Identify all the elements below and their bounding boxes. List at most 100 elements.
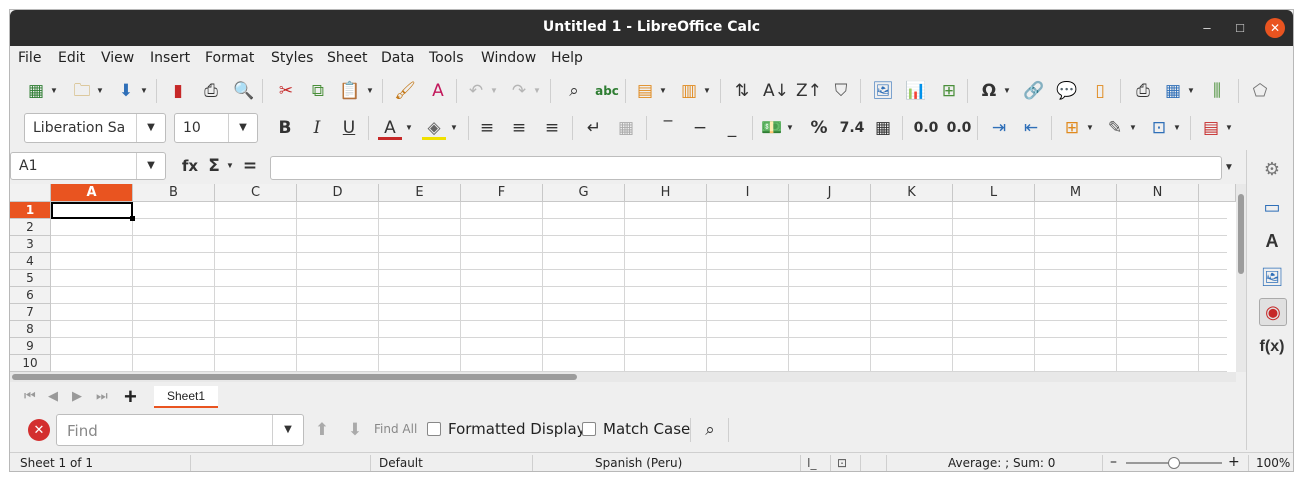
currency-dropdown-icon[interactable]: ▼ [786, 116, 794, 140]
save-dropdown-icon[interactable]: ▼ [140, 79, 148, 103]
row-header-9[interactable]: 9 [10, 338, 51, 355]
print-icon[interactable]: ⎙ [199, 79, 223, 103]
conditional-format-dropdown-icon[interactable]: ▼ [1225, 116, 1233, 140]
name-box-dropdown-icon[interactable]: ▼ [136, 153, 165, 179]
sidebar-styles-icon[interactable]: A [1259, 228, 1285, 254]
row-header-4[interactable]: 4 [10, 253, 51, 270]
row-header-6[interactable]: 6 [10, 287, 51, 304]
align-top-icon[interactable]: ‾ [656, 116, 680, 140]
find-next-icon[interactable]: ⬇ [343, 418, 367, 442]
align-bottom-icon[interactable]: _ [720, 116, 744, 140]
pivot-table-icon[interactable]: ⊞ [937, 79, 961, 103]
next-sheet-icon[interactable]: ▶ [72, 388, 82, 404]
shapes-icon[interactable]: ⬠ [1248, 79, 1272, 103]
border-color-dropdown-icon[interactable]: ▼ [1173, 116, 1181, 140]
center-vertically-icon[interactable]: − [688, 116, 712, 140]
undo-dropdown-icon[interactable]: ▼ [490, 79, 498, 103]
formatted-display-label[interactable]: Formatted Display [448, 420, 586, 438]
open-dropdown-icon[interactable]: ▼ [96, 79, 104, 103]
new-dropdown-icon[interactable]: ▼ [50, 79, 58, 103]
row-header-3[interactable]: 3 [10, 236, 51, 253]
column-header-m[interactable]: M [1035, 184, 1117, 202]
match-case-label[interactable]: Match Case [603, 420, 690, 438]
redo-icon[interactable]: ↷ [507, 79, 531, 103]
vertical-scrollbar-thumb[interactable] [1238, 194, 1244, 274]
italic-icon[interactable]: I [305, 116, 329, 140]
cut-icon[interactable]: ✂ [274, 79, 298, 103]
zoom-level[interactable]: 100% [1256, 456, 1290, 470]
percent-format-icon[interactable]: % [807, 116, 831, 140]
find-previous-icon[interactable]: ⬆ [310, 418, 334, 442]
function-wizard-icon[interactable]: fx [178, 154, 202, 178]
find-replace-dialog-icon[interactable]: ⌕ [698, 418, 722, 442]
freeze-dropdown-icon[interactable]: ▼ [1187, 79, 1195, 103]
row-header-2[interactable]: 2 [10, 219, 51, 236]
freeze-rows-columns-icon[interactable]: ▦ [1161, 79, 1185, 103]
row-header-5[interactable]: 5 [10, 270, 51, 287]
background-color-dropdown-icon[interactable]: ▼ [450, 116, 458, 140]
language-status[interactable]: Spanish (Peru) [595, 456, 682, 470]
copy-icon[interactable]: ⧉ [306, 79, 330, 103]
export-pdf-icon[interactable]: ▮ [166, 79, 190, 103]
formula-input[interactable] [270, 156, 1222, 180]
input-mode-icon[interactable]: I_ [807, 456, 817, 470]
bold-icon[interactable]: B [273, 116, 297, 140]
borders-dropdown-icon[interactable]: ▼ [1086, 116, 1094, 140]
row-header-8[interactable]: 8 [10, 321, 51, 338]
sidebar-settings-icon[interactable]: ⚙ [1259, 156, 1285, 182]
column-header-i[interactable]: I [707, 184, 789, 202]
zoom-out-button[interactable]: – [1110, 454, 1117, 470]
column-header-j[interactable]: J [789, 184, 871, 202]
align-center-icon[interactable]: ≡ [507, 116, 531, 140]
delete-decimal-place-icon[interactable]: 0.0 [945, 116, 973, 140]
formatted-display-checkbox[interactable] [427, 422, 441, 436]
menu-file[interactable]: File [18, 50, 41, 66]
header-footer-icon[interactable]: ▯ [1088, 79, 1112, 103]
row-header-1[interactable]: 1 [10, 202, 51, 219]
background-color-icon[interactable]: ◈ [422, 116, 446, 140]
sum-icon[interactable]: Σ [202, 154, 226, 178]
sheet-tab-sheet1[interactable]: Sheet1 [154, 386, 218, 408]
minimize-button[interactable]: – [1197, 18, 1217, 38]
print-preview-icon[interactable]: 🔍 [232, 79, 256, 103]
formula-equals-icon[interactable]: = [238, 154, 262, 178]
menu-format[interactable]: Format [205, 50, 254, 66]
column-header-a[interactable]: A [51, 184, 133, 202]
column-dropdown-icon[interactable]: ▼ [703, 79, 711, 103]
border-style-icon[interactable]: ✎ [1103, 116, 1127, 140]
comment-icon[interactable]: 💬 [1055, 79, 1079, 103]
split-window-icon[interactable]: ⫼ [1205, 79, 1229, 103]
clear-formatting-icon[interactable]: A [426, 79, 450, 103]
font-size-combo[interactable]: 10 ▼ [174, 113, 258, 143]
font-color-dropdown-icon[interactable]: ▼ [405, 116, 413, 140]
column-header-g[interactable]: G [543, 184, 625, 202]
undo-icon[interactable]: ↶ [464, 79, 488, 103]
paste-dropdown-icon[interactable]: ▼ [366, 79, 374, 103]
zoom-in-button[interactable]: + [1228, 454, 1240, 470]
open-folder-icon[interactable]: 🗀 [70, 79, 94, 103]
increase-indent-icon[interactable]: ⇥ [987, 116, 1011, 140]
merge-center-icon[interactable]: ▦ [614, 116, 638, 140]
find-history-dropdown-icon[interactable]: ▼ [272, 415, 303, 445]
find-all-button[interactable]: Find All [374, 422, 417, 436]
find-input[interactable]: Find ▼ [56, 414, 304, 446]
column-icon[interactable]: ▥ [677, 79, 701, 103]
name-box[interactable]: A1 ▼ [10, 152, 166, 180]
first-sheet-icon[interactable]: ⏮ [24, 388, 36, 404]
sort-icon[interactable]: ⇅ [730, 79, 754, 103]
horizontal-scrollbar[interactable] [10, 372, 1236, 382]
align-left-icon[interactable]: ≡ [475, 116, 499, 140]
insert-chart-icon[interactable]: 📊 [904, 79, 928, 103]
vertical-scrollbar[interactable] [1236, 184, 1246, 372]
maximize-button[interactable]: □ [1230, 18, 1250, 38]
menu-data[interactable]: Data [381, 50, 414, 66]
sort-ascending-icon[interactable]: A↓ [763, 79, 789, 103]
column-header-partial[interactable] [1199, 184, 1236, 202]
last-sheet-icon[interactable]: ⏭ [96, 388, 108, 404]
horizontal-scrollbar-thumb[interactable] [12, 374, 577, 380]
row-header-10[interactable]: 10 [10, 355, 51, 372]
align-right-icon[interactable]: ≡ [540, 116, 564, 140]
column-header-f[interactable]: F [461, 184, 543, 202]
column-header-c[interactable]: C [215, 184, 297, 202]
insert-image-icon[interactable]: 🖼 [871, 79, 895, 103]
